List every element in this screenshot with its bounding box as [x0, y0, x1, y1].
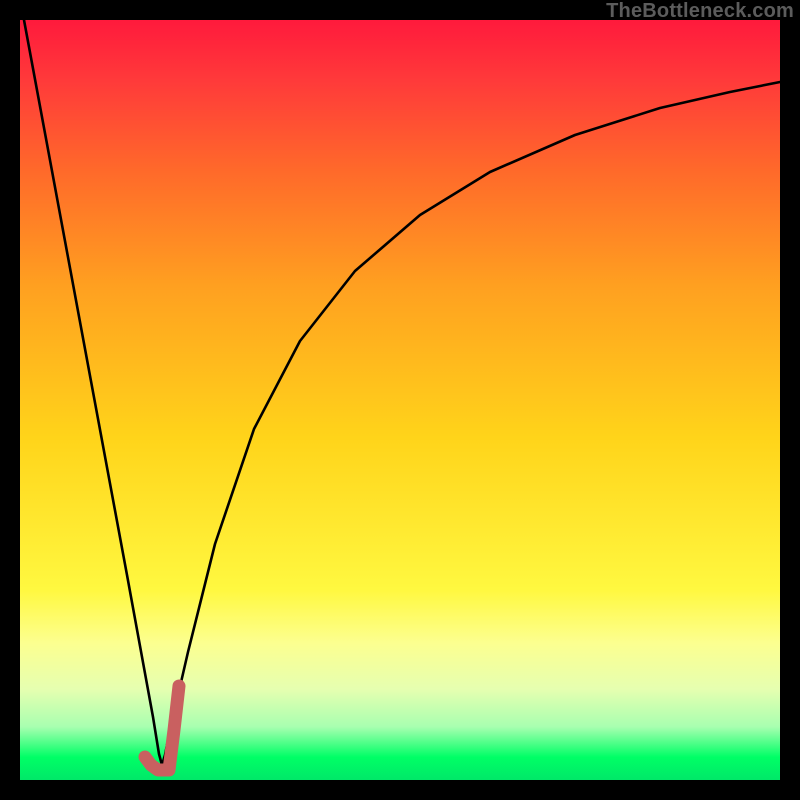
watermark-text: TheBottleneck.com — [606, 0, 794, 23]
chart-frame: TheBottleneck.com — [0, 0, 800, 800]
bottleneck-curve — [24, 20, 780, 765]
chart-svg — [20, 20, 780, 780]
